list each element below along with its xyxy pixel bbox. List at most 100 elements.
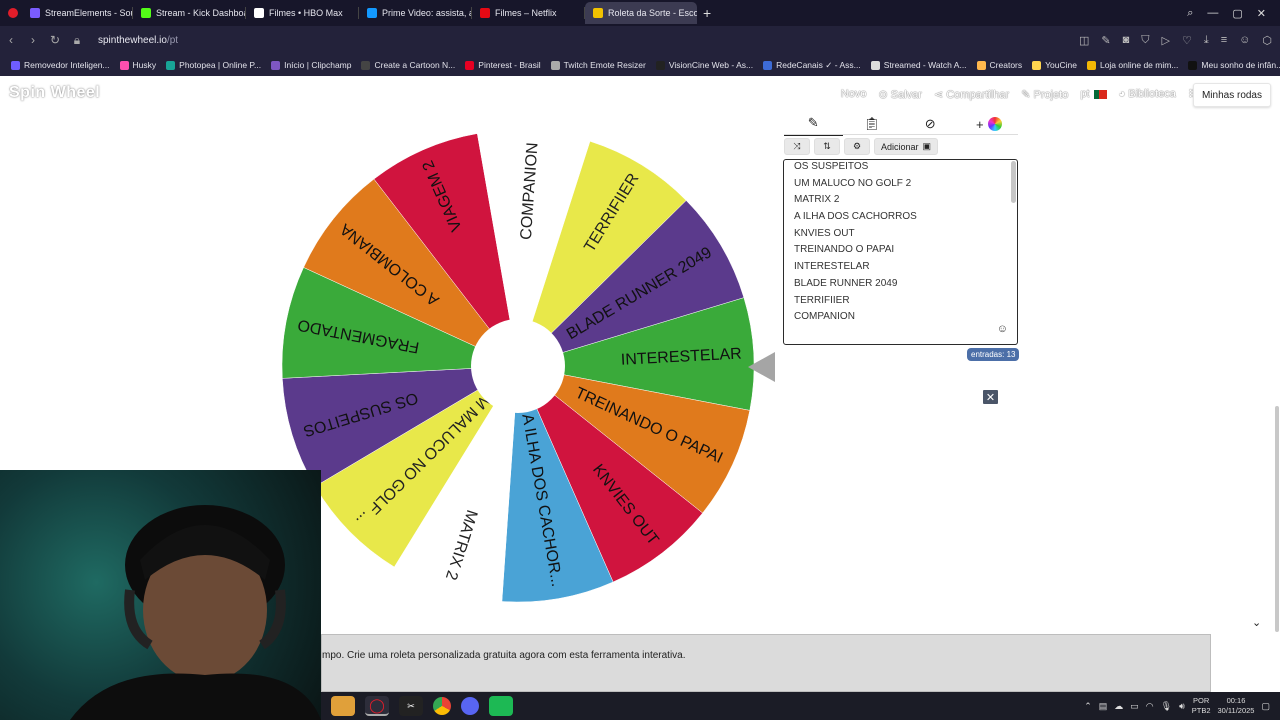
bookmark-item[interactable]: Husky (115, 60, 162, 70)
entries-textarea[interactable]: OS SUSPEITOS UM MALUCO NO GOLF 2 MATRIX 2 A… (783, 159, 1018, 345)
clock-date: 30/11/2025 (1217, 706, 1255, 715)
mic-icon[interactable]: 🎙︎ (1161, 701, 1172, 712)
camera-icon[interactable]: ◙ (1123, 34, 1130, 46)
bookmark-item[interactable]: YouCine (1027, 60, 1082, 70)
tray-app-icon[interactable]: ▤ (1099, 701, 1108, 712)
search-tabs-icon[interactable]: ⌕ (1187, 7, 1193, 20)
browser-tab[interactable]: Roleta da Sorte - Escolha (585, 2, 697, 24)
bookmark-favicon-icon (271, 60, 281, 70)
bookmark-item[interactable]: RedeCanais ✓ - Ass... (758, 60, 866, 71)
notifications-icon[interactable]: ▢ (1261, 701, 1270, 712)
spin-wheel[interactable]: INTERESTELARTREINANDO O PAPAIKNVIES OUTA… (278, 126, 758, 606)
file-explorer-icon[interactable] (331, 696, 355, 716)
language-selector[interactable]: pt (1080, 88, 1107, 101)
bookmark-favicon-icon (119, 60, 129, 70)
volume-icon[interactable]: 🔊︎ (1179, 701, 1185, 712)
entry-line: INTERESTELAR (794, 261, 870, 273)
bookmark-item[interactable]: Creators (972, 60, 1028, 70)
cloud-icon[interactable]: ☁ (1114, 701, 1123, 712)
url-field[interactable]: spinthewheel.io/pt (98, 35, 178, 46)
heart-icon[interactable]: ♡ (1182, 34, 1192, 47)
tab-edit-icon[interactable]: ✎ (784, 112, 843, 136)
share-link[interactable]: ⋖ Compartilhar (934, 88, 1009, 101)
bookmark-item[interactable]: Pinterest - Brasil (460, 60, 545, 70)
bookmark-item[interactable]: Meu sonho de infân... (1183, 60, 1280, 70)
shield-icon[interactable]: ⛉ (1141, 34, 1149, 47)
emoji-icon[interactable]: ☺ (997, 323, 1008, 335)
save-link[interactable]: ⊙ Salvar (878, 88, 921, 101)
new-tab-button[interactable]: + (697, 5, 717, 21)
browser-tab[interactable]: Prime Video: assista, alug (359, 2, 471, 24)
bookmark-item[interactable]: VisionCine Web - As... (651, 60, 758, 70)
reload-icon[interactable]: ↻ (44, 33, 66, 47)
sort-icon: ⇅ (823, 141, 831, 151)
keyboard-language[interactable]: POR PTB2 (1192, 696, 1211, 716)
tray-device-icon[interactable]: ▭ (1130, 701, 1139, 712)
extension-icon[interactable]: ⬡ (1262, 34, 1272, 47)
entry-line: UM MALUCO NO GOLF 2 (794, 177, 912, 189)
entry-line: TREINANDO O PAPAI (794, 244, 895, 256)
library-link[interactable]: ◕ Biblioteca (1119, 88, 1176, 101)
entry-line: MATRIX 2 (794, 194, 840, 206)
tab-favicon-icon (593, 8, 603, 18)
wheel-center-hub[interactable] (471, 319, 565, 413)
forward-icon[interactable]: › (22, 33, 44, 47)
play-icon[interactable]: ▷ (1162, 34, 1170, 47)
settings-button[interactable]: ⚙ (844, 138, 870, 155)
bookmark-favicon-icon (1032, 60, 1042, 70)
tab-favicon-icon (480, 8, 490, 18)
maximize-icon[interactable]: ▢ (1232, 7, 1242, 20)
browser-tab[interactable]: Filmes • HBO Max (246, 2, 358, 24)
bookmark-item[interactable]: Photopea | Online P... (161, 60, 266, 70)
tray-chevron-icon[interactable]: ⌃ (1084, 701, 1092, 712)
bookmark-label: Streamed - Watch A... (883, 60, 967, 70)
edit-icon[interactable]: ✎ (1101, 34, 1110, 47)
chrome-icon[interactable] (433, 697, 451, 715)
browser-tab[interactable]: Filmes – Netflix (472, 2, 584, 24)
bookmark-item[interactable]: Streamed - Watch A... (866, 60, 972, 70)
menu-icon[interactable]: ≡ (1221, 34, 1227, 46)
tab-results-icon[interactable]: 📋︎ (843, 112, 902, 136)
top-actions: Novo ⊙ Salvar ⋖ Compartilhar ✎ Projeto p… (841, 88, 1196, 101)
minimize-icon[interactable]: — (1207, 7, 1218, 19)
browser-tab[interactable]: Stream - Kick Dashboard (133, 2, 245, 24)
page-scrollbar[interactable] (1275, 406, 1279, 632)
close-icon[interactable]: ✕ (983, 390, 998, 404)
close-window-icon[interactable]: ✕ (1257, 7, 1266, 20)
capcut-icon[interactable]: ✂ (399, 696, 423, 716)
bookmark-item[interactable]: Início | Clipchamp (266, 60, 356, 70)
profile-icon[interactable]: ☺ (1239, 34, 1250, 46)
my-wheels-button[interactable]: Minhas rodas (1192, 83, 1271, 107)
tab-add-wheel-icon[interactable]: + (960, 112, 1019, 136)
tab-favicon-icon (254, 8, 264, 18)
wifi-icon[interactable]: ◠ (1146, 701, 1154, 712)
site-logo[interactable]: Spin Wheel (9, 84, 100, 102)
tab-hide-icon[interactable]: ⊘ (901, 112, 960, 136)
bookmark-favicon-icon (11, 60, 20, 70)
sort-button[interactable]: ⇅ (814, 138, 840, 155)
browser-menu-icon[interactable] (0, 2, 22, 24)
discord-icon[interactable] (461, 697, 479, 715)
entry-count-badge: entradas: 13 (967, 348, 1020, 361)
clock[interactable]: 00:16 30/11/2025 (1218, 696, 1255, 716)
bookmark-item[interactable]: Create a Cartoon N... (356, 60, 460, 70)
entries-scrollbar[interactable] (1011, 161, 1016, 203)
kick-icon[interactable] (489, 696, 513, 716)
bookmark-item[interactable]: Removedor Inteligen... (6, 60, 115, 70)
add-image-button[interactable]: Adicionar ▣ (874, 138, 939, 155)
clock-time: 00:16 (1226, 696, 1246, 705)
back-icon[interactable]: ‹ (0, 33, 22, 47)
project-link[interactable]: ✎ Projeto (1021, 88, 1068, 101)
split-view-icon[interactable]: ◫ (1079, 34, 1089, 47)
browser-tab[interactable]: StreamElements - Sou (22, 2, 132, 24)
entry-tools: ⤨ ⇅ ⚙ Adicionar ▣ (784, 138, 939, 155)
download-icon[interactable]: ⤓ (1204, 34, 1209, 47)
bookmark-item[interactable]: Loja online de mim... (1082, 60, 1183, 70)
opera-icon[interactable]: ◯ (365, 696, 389, 716)
language-code: POR (1192, 696, 1210, 705)
shuffle-button[interactable]: ⤨ (784, 138, 810, 155)
bookmark-item[interactable]: Twitch Emote Resizer (546, 60, 651, 70)
new-link[interactable]: Novo (841, 88, 867, 101)
chevron-down-icon[interactable]: ⌄ (1252, 616, 1261, 629)
image-icon: ▣ (922, 141, 932, 151)
